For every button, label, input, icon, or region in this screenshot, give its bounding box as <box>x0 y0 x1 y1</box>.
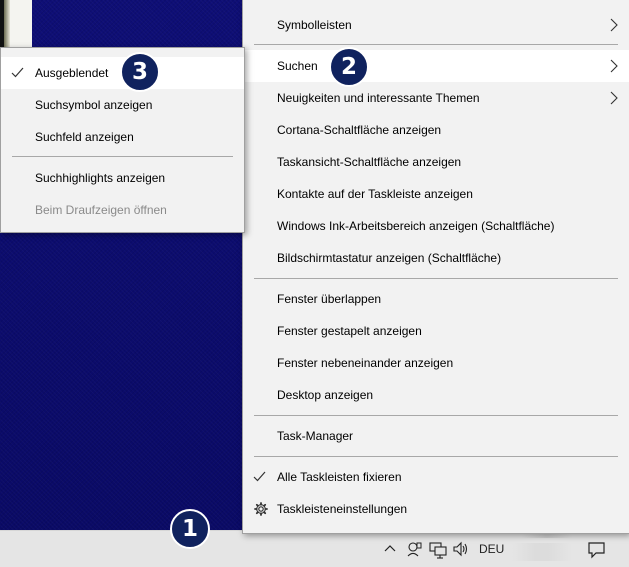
menu-item-cortana[interactable]: Cortana-Schaltfläche anzeigen <box>243 114 629 146</box>
menu-item-windows-ink[interactable]: Windows Ink-Arbeitsbereich anzeigen (Sch… <box>243 210 629 242</box>
menu-item-fenster-ueberlappen[interactable]: Fenster überlappen <box>243 283 629 315</box>
taskbar[interactable]: DEU <box>0 530 629 567</box>
step-badge-3: 3 <box>120 52 160 92</box>
checkmark-icon <box>11 66 24 79</box>
submenu-item-label: Ausgeblendet <box>35 66 109 80</box>
menu-item-kontakte[interactable]: Kontakte auf der Taskleiste anzeigen <box>243 178 629 210</box>
menu-item-label: Kontakte auf der Taskleiste anzeigen <box>277 187 473 201</box>
submenu-item-suchfeld[interactable]: Suchfeld anzeigen <box>1 121 244 153</box>
chevron-right-icon <box>609 59 619 73</box>
menu-separator <box>254 278 618 279</box>
menu-item-label: Suchen <box>277 59 318 73</box>
menu-item-label: Taskleisteneinstellungen <box>277 502 408 516</box>
menu-item-label: Bildschirmtastatur anzeigen (Schaltfläch… <box>277 251 502 265</box>
notification-icon[interactable] <box>587 539 607 559</box>
menu-item-task-manager[interactable]: Task-Manager <box>243 420 629 452</box>
submenu-item-suchhighlights[interactable]: Suchhighlights anzeigen <box>1 162 244 194</box>
menu-item-taskleisten-fixieren[interactable]: Alle Taskleisten fixieren <box>243 461 629 493</box>
menu-item-label: Fenster überlappen <box>277 292 382 306</box>
submenu-item-label: Beim Draufzeigen öffnen <box>35 203 167 217</box>
menu-item-label: Symbolleisten <box>277 18 352 32</box>
submenu-item-draufzeigen: Beim Draufzeigen öffnen <box>1 194 244 226</box>
menu-item-label: Cortana-Schaltfläche anzeigen <box>277 123 442 137</box>
menu-item-bildschirmtastatur[interactable]: Bildschirmtastatur anzeigen (Schaltfläch… <box>243 242 629 274</box>
chevron-right-icon <box>609 18 619 32</box>
background-window-edge <box>0 0 32 48</box>
menu-separator <box>254 415 618 416</box>
tray-language-indicator[interactable]: DEU <box>479 542 504 556</box>
menu-item-neuigkeiten[interactable]: Neuigkeiten und interessante Themen <box>243 82 629 114</box>
menu-item-fenster-gestapelt[interactable]: Fenster gestapelt anzeigen <box>243 315 629 347</box>
menu-item-label: Desktop anzeigen <box>277 388 374 402</box>
window-edge-shade <box>4 0 10 48</box>
submenu-item-suchsymbol[interactable]: Suchsymbol anzeigen <box>1 89 244 121</box>
menu-item-label: Fenster gestapelt anzeigen <box>277 324 422 338</box>
meet-now-icon[interactable] <box>405 539 423 559</box>
menu-item-label: Windows Ink-Arbeitsbereich anzeigen (Sch… <box>277 219 555 233</box>
menu-item-taskleisteneinstellungen[interactable]: Taskleisteneinstellungen <box>243 493 629 525</box>
menu-item-suchen[interactable]: Suchen <box>243 50 629 82</box>
menu-item-symbolleisten[interactable]: Symbolleisten <box>243 9 629 41</box>
menu-separator <box>254 44 618 45</box>
menu-item-desktop-anzeigen[interactable]: Desktop anzeigen <box>243 379 629 411</box>
menu-item-fenster-nebeneinander[interactable]: Fenster nebeneinander anzeigen <box>243 347 629 379</box>
menu-item-label: Alle Taskleisten fixieren <box>277 470 402 484</box>
menu-item-taskansicht[interactable]: Taskansicht-Schaltfläche anzeigen <box>243 146 629 178</box>
volume-icon[interactable] <box>452 539 470 559</box>
menu-item-label: Fenster nebeneinander anzeigen <box>277 356 454 370</box>
gear-icon <box>254 502 268 516</box>
step-badge-2: 2 <box>329 47 369 87</box>
submenu-item-label: Suchsymbol anzeigen <box>35 98 153 112</box>
chevron-up-icon[interactable] <box>381 539 399 559</box>
menu-item-label: Taskansicht-Schaltfläche anzeigen <box>277 155 462 169</box>
submenu-item-label: Suchhighlights anzeigen <box>35 171 166 185</box>
submenu-separator <box>12 156 233 157</box>
checkmark-icon <box>253 470 266 483</box>
network-icon[interactable] <box>429 539 447 559</box>
taskbar-context-menu: Symbolleisten Suchen Neuigkeiten und int… <box>242 0 629 534</box>
step-badge-1: 1 <box>170 509 210 549</box>
menu-item-label: Task-Manager <box>277 429 354 443</box>
menu-separator <box>254 456 618 457</box>
submenu-item-label: Suchfeld anzeigen <box>35 130 134 144</box>
tray-clock-blur-2 <box>512 543 572 561</box>
chevron-right-icon <box>609 91 619 105</box>
menu-item-label: Neuigkeiten und interessante Themen <box>277 91 480 105</box>
